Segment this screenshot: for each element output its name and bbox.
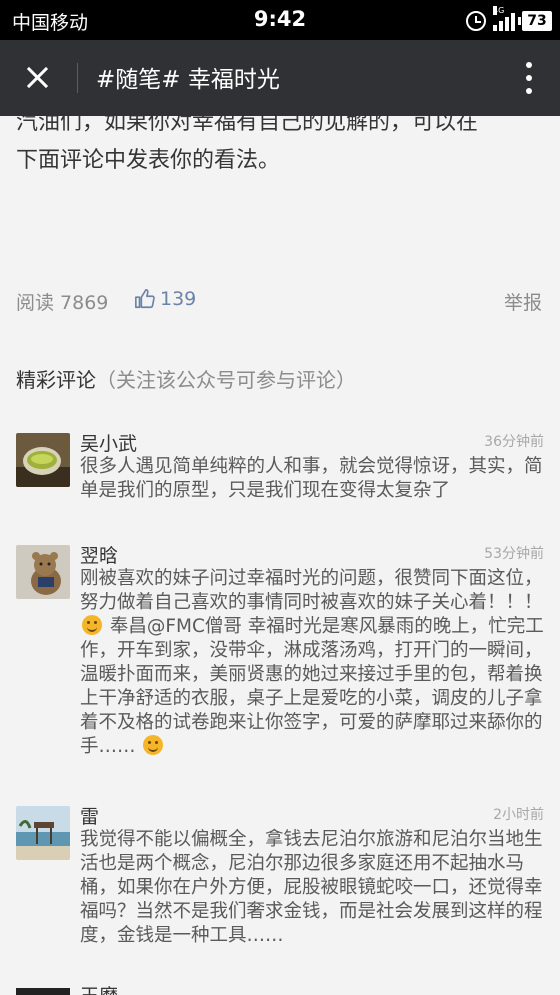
close-icon[interactable] [14,58,60,98]
smile-emoji-icon [82,615,102,635]
comment-author[interactable]: 吴小武 [80,429,137,456]
avatar[interactable] [16,545,70,599]
comment-time: 53分钟前 [484,546,544,562]
alarm-icon [466,11,486,31]
avatar[interactable] [16,806,70,860]
comment-time: 36分钟前 [484,434,544,450]
status-icons: 4G 73 [466,6,552,34]
comment-text-part: 刚被喜欢的妹子问过幸福时光的问题，很赞同下面这位，努力做着自己喜欢的事情同时被喜… [80,568,543,613]
report-link[interactable]: 举报 [504,288,542,315]
comment-time: 2小时前 [493,807,544,823]
avatar[interactable] [16,988,70,995]
avatar[interactable] [16,433,70,487]
comments-heading: 精彩评论（关注该公众号可参与评论） [16,364,356,393]
comment-author[interactable]: 翌晗 [80,541,118,568]
signal-icon: 4G [493,6,515,31]
read-count: 阅读 7869 [16,292,109,314]
status-bar: 中国移动 9:42 4G 73 [0,0,560,40]
comment-text: 刚被喜欢的妹子问过幸福时光的问题，很赞同下面这位，努力做着自己喜欢的事情同时被喜… [80,567,546,759]
smile-emoji-icon [143,735,164,755]
comment-author[interactable]: 王磨 [80,981,118,995]
thumbs-up-icon [135,289,155,309]
comment-text: 很多人遇见简单纯粹的人和事，就会觉得惊讶，其实，简单是我们的原型，只是我们现在变… [80,456,543,501]
article-line: 下面评论中发表你的看法。 [16,148,281,173]
comment-author[interactable]: 雷 [80,802,99,829]
like-button[interactable]: 139 [134,288,196,310]
comment-text: 我觉得不能以偏概全，拿钱去尼泊尔旅游和尼泊尔当地生活也是两个概念，尼泊尔那边很多… [80,829,543,946]
page-title: #随笔# 幸福时光 [96,67,280,93]
bar-divider [77,63,78,93]
article-stats: 阅读 7869 139 举报 [16,288,544,314]
network-type: 4G [493,6,505,15]
comments-heading-title: 精彩评论 [16,368,96,392]
comments-heading-note: （关注该公众号可参与评论） [96,368,356,392]
more-options-icon[interactable] [524,58,534,98]
battery-icon: 73 [518,11,552,31]
like-count: 139 [160,288,197,310]
app-bar: #随笔# 幸福时光 [0,40,560,116]
